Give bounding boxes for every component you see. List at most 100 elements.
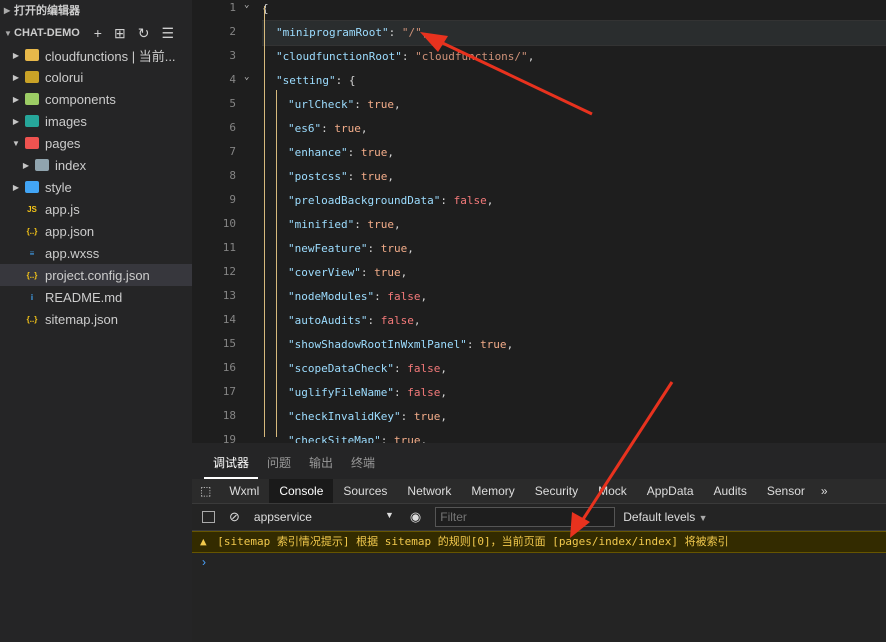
panel-tab-audits[interactable]: Audits [704,479,757,503]
panel-tab-console[interactable]: Console [269,479,334,503]
tree-item-components[interactable]: ▶ components [0,88,192,110]
chevron-right-icon[interactable]: ▶ [20,161,32,170]
code-editor[interactable]: 1 ⌄ {2 "miniprogramRoot": "/", 3 "cloudfuncti… [192,0,886,443]
colon: : [354,218,368,231]
tree-item-label: images [45,113,87,129]
json-file-icon: {..} [26,314,38,324]
line-number: 16 [222,361,236,374]
panel-tab-wxml[interactable]: Wxml [219,479,269,503]
line-number: 2 [229,25,236,38]
fold-chevron-icon[interactable]: ⌄ [244,0,249,10]
clear-console-icon[interactable]: ⊘ [229,509,240,525]
log-levels-value: Default levels [623,510,696,524]
context-select[interactable]: appservice ▼ [254,510,394,524]
comma: , [387,170,394,183]
code-line: "nodeModules": false, [288,290,427,303]
file-tree: ▶ cloudfunctions | 当前... ▶ colorui ▶ componen… [0,44,192,330]
project-header[interactable]: ▼ CHAT-DEMO + ⊞ ↻ ☰ [0,22,192,44]
colon: : [335,74,349,87]
more-tabs-icon[interactable]: » [815,479,834,503]
colon: : [388,26,402,39]
panel-tab-mock[interactable]: Mock [588,479,637,503]
log-levels-select[interactable]: Default levels ▼ [623,510,707,524]
open-editors-header[interactable]: ▶ 打开的编辑器 [0,0,192,22]
panel-tab-sources[interactable]: Sources [333,479,397,503]
chevron-right-icon[interactable]: ▶ [10,117,22,126]
tree-item-images[interactable]: ▶ images [0,110,192,132]
json-value: "/" [401,26,422,39]
tree-item-pages[interactable]: ▼ pages [0,132,192,154]
colon: : [380,434,394,443]
panel-tabs: ⬚ Wxml Console Sources Network Memory Securit… [192,479,886,504]
chevron-right-icon[interactable]: ▶ [10,51,22,60]
line-number: 8 [229,169,236,182]
devtools-tab-0[interactable]: 调试器 [204,454,259,479]
code-line: "coverView": true, [288,266,407,279]
chevron-right-icon[interactable]: ▶ [10,73,22,82]
colon: : [393,362,408,375]
chevron-down-icon[interactable]: ▼ [10,139,22,148]
json-key: "preloadBackgroundData" [288,194,441,207]
tree-item-app-js[interactable]: JS app.js [0,198,192,220]
panel-tab-appdata[interactable]: AppData [637,479,704,503]
comma: , [413,314,421,327]
line-number: 3 [229,49,236,62]
folder-images-icon [25,115,39,127]
colon: : [374,290,388,303]
json-key: "minified" [288,218,355,231]
tree-item-app-json[interactable]: {..} app.json [0,220,192,242]
console-prompt[interactable]: › [202,555,206,569]
panel-tab-sensor[interactable]: Sensor [757,479,815,503]
fold-chevron-icon[interactable]: ⌄ [244,72,249,82]
panel-tab-network[interactable]: Network [397,479,461,503]
json-file-icon: {..} [26,226,38,236]
refresh-icon[interactable]: ↻ [138,25,150,42]
panel-tab-memory[interactable]: Memory [461,479,524,503]
tree-item-style[interactable]: ▶ style [0,176,192,198]
code-line: "urlCheck": true, [288,98,401,111]
colon: : [367,242,381,255]
code-line: "postcss": true, [288,170,394,183]
inspect-element-icon[interactable]: ⬚ [192,479,219,503]
json-value: { [348,74,356,87]
new-folder-icon[interactable]: ⊞ [114,25,126,42]
tree-item-index[interactable]: ▶ index [0,154,192,176]
tree-item-label: components [45,91,116,107]
devtools-tab-2[interactable]: 输出 [300,454,342,479]
sidebar-toggle-icon[interactable] [202,511,215,523]
tree-item-app-wxss[interactable]: ≡ app.wxss [0,242,192,264]
collapse-all-icon[interactable]: ☰ [161,25,174,42]
json-value: true [334,122,361,135]
code-line: "scopeDataCheck": false, [288,362,447,375]
devtools-tab-1[interactable]: 问题 [258,454,300,479]
line-number: 1 [229,1,236,14]
tree-item-cloudfunctions[interactable]: ▶ cloudfunctions | 当前... [0,44,192,66]
tree-item-readme-md[interactable]: i README.md [0,286,192,308]
tree-item-sitemap-json[interactable]: {..} sitemap.json [0,308,192,330]
colon: : [347,146,361,159]
colon: : [354,98,368,111]
comma: , [421,26,429,39]
colon: : [466,338,481,351]
new-file-icon[interactable]: + [94,25,102,42]
eye-icon[interactable]: ◉ [410,509,421,525]
chevron-right-icon[interactable]: ▶ [10,183,22,192]
tree-item-label: index [55,157,87,173]
json-key: "es6" [288,122,322,135]
filter-input[interactable] [435,507,616,527]
line-number: 6 [229,121,236,134]
chevron-right-icon[interactable]: ▶ [10,95,22,104]
json-value: true [480,338,507,351]
json-key: "cloudfunctionRoot" [276,50,402,63]
tree-item-colorui[interactable]: ▶ colorui [0,66,192,88]
tree-item-project-config-json[interactable]: {..} project.config.json [0,264,192,286]
project-name: CHAT-DEMO [14,27,80,39]
tree-item-label: pages [45,135,81,151]
devtools-tab-3[interactable]: 终端 [342,454,384,479]
colon: : [440,194,454,207]
code-line: "miniprogramRoot": "/", [276,26,428,39]
code-line: "checkSiteMap": true, [288,434,427,443]
indent-guide [264,6,265,437]
json-value: true [413,410,441,423]
panel-tab-security[interactable]: Security [525,479,588,503]
